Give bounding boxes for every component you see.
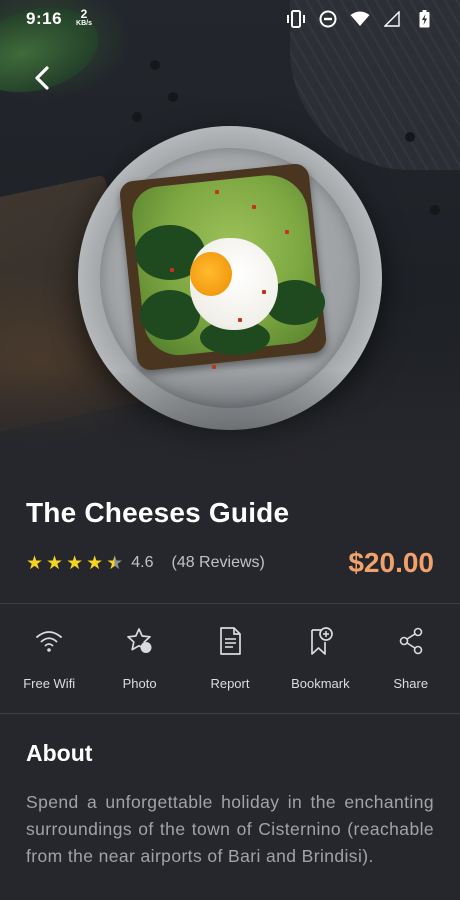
rating-row: ★ ★ ★ ★ ★ 4.6 (48 Reviews) $20.00 [26,543,434,583]
vibrate-icon [286,9,306,29]
listing-info: The Cheeses Guide ★ ★ ★ ★ ★ 4.6 (48 Revi… [26,497,434,583]
wifi-icon [36,631,63,652]
cell-signal-icon [382,9,402,29]
peppercorn [430,205,440,215]
peppercorn [168,92,178,102]
star-half-icon: ★ [106,552,124,574]
listing-title: The Cheeses Guide [26,497,290,528]
about-section: About Spend a unforgettable holiday in t… [26,740,434,870]
report-document-icon [220,627,241,655]
hero-image [0,0,460,490]
about-heading: About [26,740,93,766]
status-time: 9:16 [26,9,63,28]
reviews-link[interactable]: (48 Reviews) [171,554,264,572]
action-photo[interactable]: Photo [96,626,184,691]
share-icon [399,627,423,655]
star-rating: ★ ★ ★ ★ ★ [26,554,123,573]
star-full-icon: ★ [26,552,44,574]
status-bar: 9:16 2 KB/s [0,0,460,38]
photo-star-icon [126,628,152,653]
network-speed: 2 KB/s [76,7,92,27]
divider [0,713,460,714]
action-bar: Free Wifi Photo Report Bookmark Share [0,612,460,712]
egg-yolk [190,252,232,296]
action-share[interactable]: Share [367,626,455,691]
action-bookmark[interactable]: Bookmark [276,626,364,691]
star-full-icon: ★ [46,552,64,574]
star-full-icon: ★ [86,552,104,574]
chevron-left-icon [35,66,49,90]
do-not-disturb-icon [318,9,338,29]
peppercorn [405,132,415,142]
wifi-icon [350,9,370,29]
rating-value: 4.6 [131,554,154,571]
divider [0,603,460,604]
about-text: Spend a unforgettable holiday in the enc… [26,792,434,866]
star-full-icon: ★ [66,552,84,574]
action-report[interactable]: Report [186,626,274,691]
peppercorn [150,60,160,70]
peppercorn [132,112,142,122]
back-button[interactable] [22,58,62,98]
bookmark-add-icon [311,627,334,655]
action-free-wifi[interactable]: Free Wifi [5,626,93,691]
battery-charging-icon [414,9,434,29]
price: $20.00 [348,547,434,578]
